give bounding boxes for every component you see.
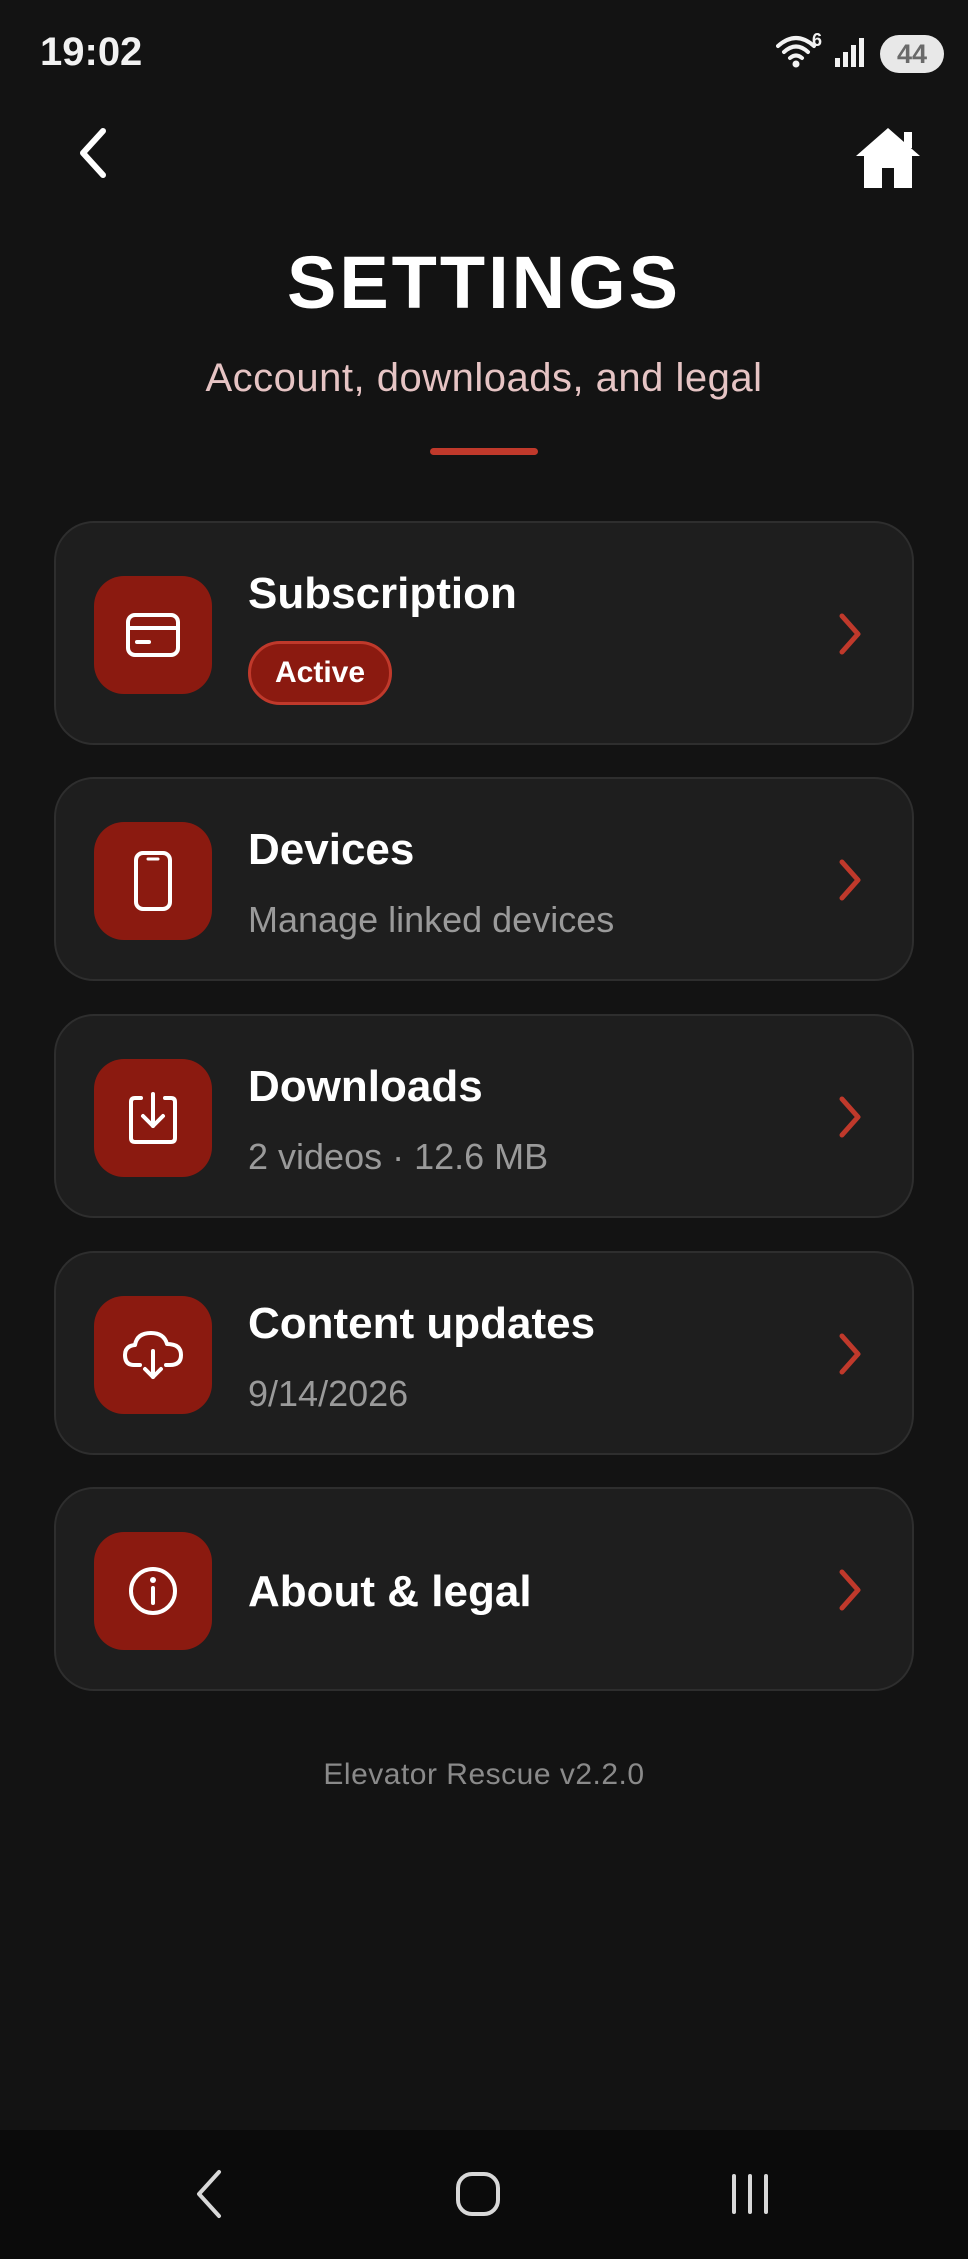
wifi-icon: 6 [776, 30, 822, 74]
content-updates-card[interactable]: Content updates 9/14/2026 [54, 1251, 914, 1455]
chevron-right-icon [830, 1565, 870, 1615]
home-icon [856, 128, 920, 188]
info-icon [94, 1532, 212, 1650]
subscription-title: Subscription [248, 569, 517, 618]
home-button[interactable] [848, 118, 928, 198]
downloads-card[interactable]: Downloads 2 videos · 12.6 MB [54, 1014, 914, 1218]
system-nav-bar [0, 2130, 968, 2259]
status-bar: 19:02 6 44 [0, 0, 968, 110]
back-nav-icon[interactable] [164, 2154, 254, 2234]
chevron-left-icon [80, 128, 106, 178]
status-badge: Active [248, 641, 393, 705]
about-legal-card[interactable]: About & legal [54, 1487, 914, 1691]
wifi-superscript: 6 [811, 30, 822, 50]
settings-screen: 19:02 6 44 SETTINGS Account, downloads, … [0, 0, 968, 2259]
battery-icon: 44 [880, 35, 944, 73]
status-time: 19:02 [40, 30, 143, 74]
chevron-right-icon [830, 855, 870, 905]
app-version: Elevator Rescue v2.2.0 [323, 1758, 645, 1791]
chevron-right-icon [830, 1092, 870, 1142]
devices-title: Devices [248, 825, 415, 874]
about-legal-title: About & legal [248, 1567, 532, 1616]
chevron-right-icon [830, 1329, 870, 1379]
downloads-title: Downloads [248, 1062, 483, 1111]
devices-card[interactable]: Devices Manage linked devices [54, 777, 914, 981]
download-icon [94, 1059, 212, 1177]
phone-icon [94, 822, 212, 940]
signal-icon [834, 36, 868, 73]
subscription-card[interactable]: Subscription Active [54, 521, 914, 745]
content-updates-title: Content updates [248, 1299, 596, 1348]
downloads-subtitle: 2 videos · 12.6 MB [248, 1136, 549, 1177]
cloud-download-icon [94, 1296, 212, 1414]
title-underline [430, 448, 538, 455]
page-subtitle: Account, downloads, and legal [205, 356, 763, 400]
content-updates-date: 9/14/2026 [248, 1373, 409, 1414]
home-nav-icon[interactable] [433, 2154, 523, 2234]
status-icons: 6 44 [776, 30, 944, 76]
credit-card-icon [94, 576, 212, 694]
page-title: SETTINGS [286, 241, 682, 324]
devices-subtitle: Manage linked devices [248, 899, 615, 940]
recents-nav-icon[interactable] [705, 2154, 795, 2234]
chevron-right-icon [830, 609, 870, 659]
back-button[interactable] [58, 118, 128, 188]
